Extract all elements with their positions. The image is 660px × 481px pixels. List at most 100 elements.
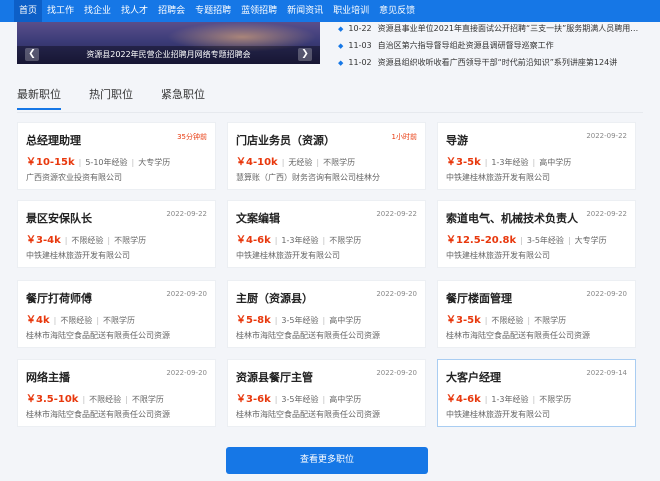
nav-item-find-talent[interactable]: 找人才 [116,0,153,22]
job-time: 2022-09-22 [586,132,627,140]
job-salary: ￥3.5-10k [26,394,79,405]
nav-item-find-job[interactable]: 找工作 [42,0,79,22]
news-item[interactable]: ◆ 10-22 资源县事业单位2021年直接面试公开招聘“三支一扶”服务期满人员聘用… [338,20,638,37]
job-salary: ￥12.5-20.8k [446,235,517,246]
job-company: 桂林市海陆空食品配送有限责任公司资源 [236,410,380,419]
job-experience: 不限经验 [60,316,93,325]
tab-hot-jobs[interactable]: 热门职位 [89,86,133,106]
news-item[interactable]: ◆ 11-03 自治区第六指导督导组赴资源县调研督导巡察工作 [338,37,638,54]
job-company: 桂林市海陆空食品配送有限责任公司资源 [26,410,170,419]
job-experience: 5-10年经验 [85,158,128,167]
tab-latest-jobs[interactable]: 最新职位 [17,86,61,110]
nav-item-find-company[interactable]: 找企业 [79,0,116,22]
job-card[interactable]: 餐厅楼面管理 2022-09-20 ￥3-5k | 不限经验 | 不限学历 桂林市海陆空… [437,280,636,348]
diamond-icon: ◆ [338,42,344,50]
job-title: 索道电气、机械技术负责人 [446,212,578,225]
tabs-divider [17,112,643,113]
job-company: 桂林市海陆空食品配送有限责任公司资源 [26,331,170,340]
job-company: 广西资源农业投资有限公司 [26,173,122,182]
nav-item-training[interactable]: 职业培训 [328,0,374,22]
job-education: 高中学历 [329,395,362,404]
job-card[interactable]: 资源县餐厅主管 2022-09-20 ￥3-6k | 3-5年经验 | 高中学历 桂林市… [227,359,426,427]
job-time: 2022-09-22 [166,210,207,218]
job-card[interactable]: 大客户经理 2022-09-14 ￥4-6k | 1-3年经验 | 不限学历 中铁建桂林… [437,359,636,427]
job-company: 中铁建桂林旅游开发有限公司 [446,173,550,182]
job-experience: 无经验 [288,158,313,167]
job-tabs: 最新职位 热门职位 紧急职位 [17,86,233,110]
job-experience: 3-5年经验 [281,316,319,325]
job-salary: ￥3-5k [446,315,481,326]
nav-item-bluecollar[interactable]: 蓝领招聘 [236,0,282,22]
job-experience: 不限经验 [89,395,122,404]
job-title: 大客户经理 [446,371,501,384]
job-title: 网络主播 [26,371,70,384]
job-company: 慧算账（广西）财务咨询有限公司桂林分 [236,173,380,182]
job-salary: ￥4k [26,315,50,326]
job-title: 主厨（资源县） [236,292,313,305]
job-card[interactable]: 景区安保队长 2022-09-22 ￥3-4k | 不限经验 | 不限学历 中铁建桂林旅… [17,200,216,268]
job-card[interactable]: 网络主播 2022-09-20 ￥3.5-10k | 不限经验 | 不限学历 桂林市海陆… [17,359,216,427]
job-education: 大专学历 [574,236,607,245]
nav-item-feedback[interactable]: 意见反馈 [374,0,420,22]
job-education: 不限学历 [114,236,147,245]
job-education: 不限学历 [103,316,136,325]
job-time: 2022-09-20 [166,369,207,377]
job-title: 餐厅楼面管理 [446,292,512,305]
job-education: 大专学历 [138,158,171,167]
tab-urgent-jobs[interactable]: 紧急职位 [161,86,205,106]
job-card[interactable]: 导游 2022-09-22 ￥3-5k | 1-3年经验 | 高中学历 中铁建桂林旅游开… [437,122,636,190]
job-salary: ￥4-10k [236,157,278,168]
job-title: 导游 [446,134,468,147]
job-time: 2022-09-22 [376,210,417,218]
job-education: 高中学历 [329,316,362,325]
job-time: 1小时前 [391,133,417,141]
job-salary: ￥3-4k [26,235,61,246]
job-company: 中铁建桂林旅游开发有限公司 [26,251,130,260]
job-education: 不限学历 [539,395,572,404]
job-salary: ￥5-8k [236,315,271,326]
job-time: 2022-09-20 [166,290,207,298]
news-item[interactable]: ◆ 11-02 资源县组织收听收看广西领导干部“时代前沿知识”系列讲座第124讲 [338,54,638,71]
job-card[interactable]: 文案编辑 2022-09-22 ￥4-6k | 1-3年经验 | 不限学历 中铁建桂林旅… [227,200,426,268]
chevron-left-icon[interactable]: ❮ [25,48,39,61]
top-nav: 首页 找工作 找企业 找人才 招聘会 专题招聘 蓝领招聘 新闻资讯 职业培训 意… [0,0,660,22]
job-salary: ￥10-15k [26,157,75,168]
job-card[interactable]: 餐厅打荷师傅 2022-09-20 ￥4k | 不限经验 | 不限学历 桂林市海陆空食品… [17,280,216,348]
view-more-jobs-button[interactable]: 查看更多职位 [226,447,428,474]
job-experience: 1-3年经验 [491,395,529,404]
job-card[interactable]: 总经理助理 35分钟前 ￥10-15k | 5-10年经验 | 大专学历 广西资源农业投… [17,122,216,190]
job-title: 餐厅打荷师傅 [26,292,92,305]
job-education: 不限学历 [329,236,362,245]
nav-item-special-recruit[interactable]: 专题招聘 [190,0,236,22]
job-title: 景区安保队长 [26,212,92,225]
job-salary: ￥3-6k [236,394,271,405]
job-company: 中铁建桂林旅游开发有限公司 [236,251,340,260]
job-education: 高中学历 [539,158,572,167]
job-experience: 3-5年经验 [526,236,564,245]
job-card[interactable]: 索道电气、机械技术负责人 2022-09-22 ￥12.5-20.8k | 3-5年… [437,200,636,268]
job-title: 门店业务员（资源） [236,134,335,147]
diamond-icon: ◆ [338,25,344,33]
news-list: ◆ 10-22 资源县事业单位2021年直接面试公开招聘“三支一扶”服务期满人员聘用… [338,20,638,71]
chevron-right-icon[interactable]: ❯ [298,48,312,61]
banner-carousel[interactable]: 资源县2022年民营企业招聘月网络专题招聘会 ❮ ❯ [17,22,320,64]
job-card[interactable]: 主厨（资源县） 2022-09-20 ￥5-8k | 3-5年经验 | 高中学历 桂林市… [227,280,426,348]
job-company: 桂林市海陆空食品配送有限责任公司资源 [446,331,590,340]
job-time: 2022-09-22 [586,210,627,218]
job-company: 中铁建桂林旅游开发有限公司 [446,410,550,419]
job-title: 文案编辑 [236,212,280,225]
job-salary: ￥3-5k [446,157,481,168]
job-title: 总经理助理 [26,134,81,147]
job-education: 不限学历 [131,395,164,404]
diamond-icon: ◆ [338,59,344,67]
nav-item-home[interactable]: 首页 [14,0,43,22]
job-time: 2022-09-20 [376,290,417,298]
job-time: 2022-09-20 [376,369,417,377]
job-time: 2022-09-20 [586,290,627,298]
nav-item-news[interactable]: 新闻资讯 [282,0,328,22]
nav-item-job-fair[interactable]: 招聘会 [153,0,190,22]
job-card[interactable]: 门店业务员（资源） 1小时前 ￥4-10k | 无经验 | 不限学历 慧算账（广西）财务… [227,122,426,190]
job-company: 中铁建桂林旅游开发有限公司 [446,251,550,260]
job-company: 桂林市海陆空食品配送有限责任公司资源 [236,331,380,340]
job-experience: 不限经验 [71,236,104,245]
